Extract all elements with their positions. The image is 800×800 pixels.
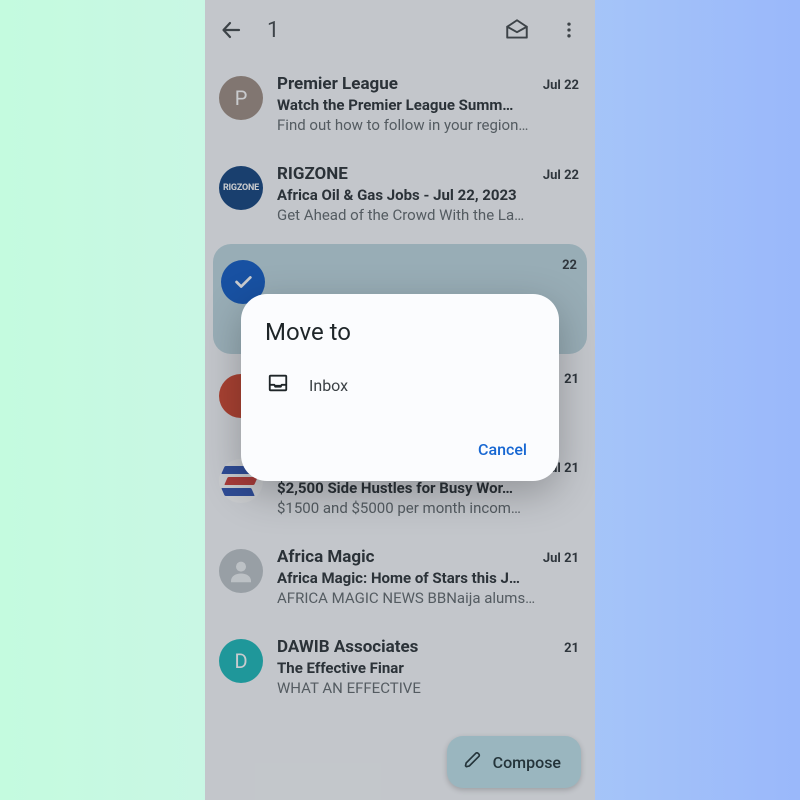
inbox-icon (267, 372, 289, 398)
pencil-icon (463, 750, 483, 774)
compose-label: Compose (493, 753, 561, 772)
compose-button[interactable]: Compose (447, 736, 581, 788)
cancel-button[interactable]: Cancel (468, 432, 537, 467)
move-destination-inbox[interactable]: Inbox (265, 372, 537, 398)
move-to-dialog: Move to Inbox Cancel (241, 294, 559, 481)
destination-label: Inbox (309, 376, 348, 395)
phone-frame: 1 P Premier League Jul 22 Watch the Prem… (205, 0, 595, 800)
dialog-title: Move to (265, 318, 537, 346)
